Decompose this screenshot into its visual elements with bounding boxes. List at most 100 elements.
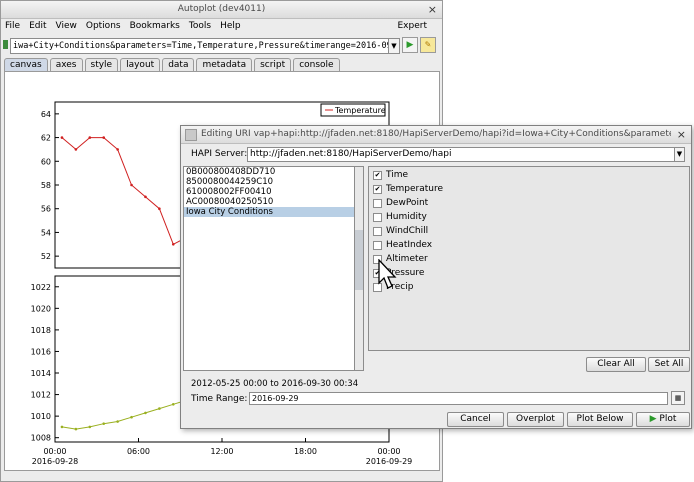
available-range-text: 2012-05-25 00:00 to 2016-09-30 00:34 xyxy=(191,379,359,389)
close-icon[interactable]: × xyxy=(677,128,686,141)
legend-label: Temperature xyxy=(334,106,386,115)
list-item[interactable]: 0B000800408DD710 xyxy=(184,167,355,177)
dataset-scrollbar[interactable] xyxy=(354,166,364,371)
list-item[interactable]: 610008002FF00410 xyxy=(184,187,355,197)
mouse-cursor-icon xyxy=(378,259,397,289)
dialog-titlebar[interactable]: Editing URI vap+hapi:http://jfaden.net:8… xyxy=(181,126,691,144)
y-tick-label: 1010 xyxy=(31,412,51,421)
tab-axes[interactable]: axes xyxy=(49,58,83,71)
data-point xyxy=(74,148,78,151)
tab-bar: canvas axes style layout data metadata s… xyxy=(4,58,342,71)
dialog-title: Editing URI vap+hapi:http://jfaden.net:8… xyxy=(201,129,671,139)
y-tick-label: 1008 xyxy=(31,434,51,443)
chevron-down-icon[interactable]: ▼ xyxy=(674,147,685,162)
x-date-label: 2016-09-28 xyxy=(32,457,79,466)
parameter-label: HeatIndex xyxy=(386,240,433,250)
parameter-label: Time xyxy=(386,170,409,180)
data-point xyxy=(102,422,106,425)
chevron-down-icon[interactable]: ▼ xyxy=(388,38,400,54)
expert-toggle[interactable]: Expert xyxy=(398,21,428,31)
play-icon[interactable]: ▶ xyxy=(402,37,418,53)
data-point xyxy=(144,411,147,415)
y-tick-label: 1016 xyxy=(31,347,51,356)
y-tick-label: 54 xyxy=(41,228,51,237)
time-range-input[interactable]: 2016-09-29 xyxy=(249,392,668,405)
menu-file[interactable]: File xyxy=(5,21,20,31)
list-item-selected[interactable]: Iowa City Conditions xyxy=(184,207,355,217)
menu-tools[interactable]: Tools xyxy=(189,21,211,31)
data-point xyxy=(116,148,119,151)
parameter-heatindex[interactable]: HeatIndex xyxy=(373,239,432,251)
x-tick-label: 06:00 xyxy=(127,447,150,456)
parameter-humidity[interactable]: Humidity xyxy=(373,211,427,223)
data-point xyxy=(130,183,133,187)
parameter-label: WindChill xyxy=(386,226,429,236)
checkbox[interactable] xyxy=(373,240,382,250)
tab-console[interactable]: console xyxy=(293,58,340,71)
y-tick-label: 1018 xyxy=(31,326,51,335)
clear-all-button[interactable]: Clear All xyxy=(586,357,646,372)
checkbox[interactable] xyxy=(373,198,382,208)
list-item[interactable]: AC00080040250510 xyxy=(184,197,355,207)
hapi-server-input[interactable]: http://jfaden.net:8180/HapiServerDemo/ha… xyxy=(247,147,676,162)
tab-metadata[interactable]: metadata xyxy=(196,58,253,71)
checkbox[interactable] xyxy=(373,226,382,236)
url-row: iwa+City+Conditions&parameters=Time,Temp… xyxy=(3,37,439,55)
window-icon xyxy=(185,129,197,141)
data-point xyxy=(130,415,133,419)
time-range-label: Time Range: xyxy=(191,394,248,404)
y-tick-label: 58 xyxy=(41,181,51,190)
parameter-dewpoint[interactable]: DewPoint xyxy=(373,197,428,209)
main-titlebar[interactable]: Autoplot (dev4011) × xyxy=(1,1,442,19)
plot-button-label: Plot xyxy=(659,414,677,424)
menu-bookmarks[interactable]: Bookmarks xyxy=(130,21,180,31)
set-all-button[interactable]: Set All xyxy=(648,357,690,372)
dataset-list[interactable]: 0B000800408DD710 8500080044259C10 610008… xyxy=(183,166,356,371)
list-item[interactable]: 8500080044259C10 xyxy=(184,177,355,187)
y-tick-label: 52 xyxy=(41,252,51,261)
y-tick-label: 62 xyxy=(41,134,51,143)
editing-uri-dialog: Editing URI vap+hapi:http://jfaden.net:8… xyxy=(180,125,692,429)
data-point xyxy=(171,402,175,406)
checkbox[interactable]: ✔ xyxy=(373,170,382,180)
series-line xyxy=(61,399,188,430)
checkbox[interactable]: ✔ xyxy=(373,184,382,194)
menu-help[interactable]: Help xyxy=(220,21,241,31)
y-tick-label: 1020 xyxy=(31,304,51,313)
overplot-button[interactable]: Overplot xyxy=(507,412,564,427)
scrollbar-thumb[interactable] xyxy=(355,230,363,290)
data-point xyxy=(88,136,92,139)
tab-script[interactable]: script xyxy=(254,58,292,71)
x-tick-label: 18:00 xyxy=(294,447,317,456)
calendar-icon[interactable]: ▦ xyxy=(671,391,685,405)
close-icon[interactable]: × xyxy=(428,3,437,16)
parameter-label: Temperature xyxy=(386,184,444,194)
parameter-temperature[interactable]: ✔ Temperature xyxy=(373,183,443,195)
checkbox[interactable] xyxy=(373,212,382,222)
tab-style[interactable]: style xyxy=(84,58,119,71)
plot-below-button[interactable]: Plot Below xyxy=(567,412,633,427)
plot-button[interactable]: ▶ Plot xyxy=(636,412,690,427)
cancel-button[interactable]: Cancel xyxy=(447,412,504,427)
url-input[interactable]: iwa+City+Conditions&parameters=Time,Temp… xyxy=(10,38,390,54)
y-tick-label: 1014 xyxy=(31,369,51,378)
menu-edit[interactable]: Edit xyxy=(29,21,46,31)
menu-view[interactable]: View xyxy=(56,21,77,31)
parameter-time[interactable]: ✔ Time xyxy=(373,169,408,181)
parameter-list: ✔ Time ✔ Temperature DewPoint Humidity Win… xyxy=(368,166,690,351)
data-point xyxy=(102,136,106,139)
tab-data[interactable]: data xyxy=(162,58,195,71)
parameter-label: Humidity xyxy=(386,212,427,222)
x-date-label: 2016-09-29 xyxy=(366,457,413,466)
x-tick-label: 00:00 xyxy=(43,447,66,456)
data-source-icon xyxy=(3,40,8,49)
menu-options[interactable]: Options xyxy=(86,21,121,31)
bookmark-icon[interactable]: ✎ xyxy=(420,37,436,53)
tab-layout[interactable]: layout xyxy=(120,58,161,71)
data-point xyxy=(158,407,161,410)
tab-canvas[interactable]: canvas xyxy=(4,58,48,71)
data-point xyxy=(158,207,161,211)
data-point xyxy=(144,195,147,199)
parameter-windchill[interactable]: WindChill xyxy=(373,225,428,237)
y-tick-label: 1012 xyxy=(31,391,51,400)
